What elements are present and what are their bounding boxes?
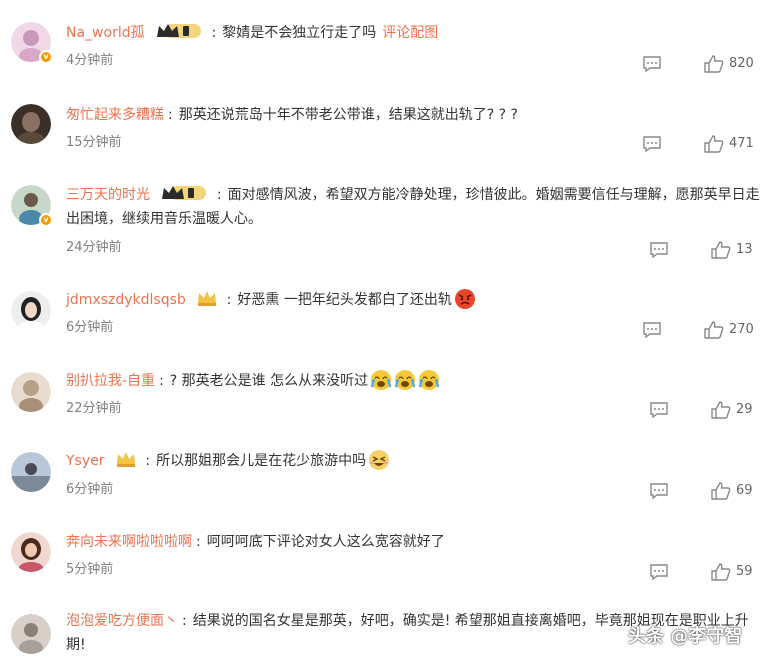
avatar[interactable]: v [11,22,53,64]
verified-icon: v [39,213,53,227]
username[interactable]: jdmxszdykdlsqsb [66,292,186,308]
timestamp: 6分钟前 [66,320,114,335]
comment-text: 呵呵呵底下评论对女人这么宽容就好了 [206,534,445,550]
verified-icon: v [39,50,53,64]
username[interactable]: Ysyer [66,453,105,469]
timestamp: 4分钟前 [66,53,114,68]
like-count: 59 [736,564,753,579]
username[interactable]: 泡泡爱吃方便面丶 [66,613,178,629]
comment-text: ? 那英老公是谁 怎么从来没听过 [169,373,369,389]
username[interactable]: 匆忙起来多糟糕 [66,107,164,123]
reply-icon[interactable] [642,55,662,73]
username[interactable]: Na_world孤 [66,25,145,41]
comment-text: 黎婧是不会独立行走了吗 [222,25,377,41]
watermark: 头条 @李守智 [628,626,743,647]
crown-small-badge-icon [198,291,217,306]
comment-text: 所以那姐那会儿是在花少旅游中吗 [156,453,367,469]
like-icon[interactable] [704,55,724,73]
reply-icon[interactable] [642,135,662,153]
avatar[interactable] [11,291,51,331]
like-count: 13 [736,242,753,257]
avatar[interactable] [11,104,51,144]
reply-icon[interactable] [649,241,669,259]
avatar[interactable] [11,614,51,654]
like-count: 69 [736,483,753,498]
angry-face-icon [454,289,475,309]
username[interactable]: 三万天的时光 [66,187,150,203]
avatar[interactable] [11,452,51,492]
squinting-laugh-icon [369,450,390,470]
avatar[interactable] [11,372,51,412]
like-count: 820 [729,56,754,71]
comment-image-link[interactable]: 评论配图 [382,25,438,41]
timestamp: 5分钟前 [66,562,114,577]
crying-face-icon [370,370,392,390]
like-icon[interactable] [711,563,731,581]
username[interactable]: 别扒拉我-自重 [66,373,155,389]
like-icon[interactable] [704,135,724,153]
comment-text: 那英还说荒岛十年不带老公带谁，结果这就出轨了? ? ? [178,107,518,123]
like-count: 29 [736,402,753,417]
like-icon[interactable] [711,241,731,259]
like-icon[interactable] [704,321,724,339]
like-icon[interactable] [711,401,731,419]
crying-face-icon [418,370,440,390]
crown-small-badge-icon [116,452,135,467]
timestamp: 22分钟前 [66,401,122,416]
reply-icon[interactable] [649,563,669,581]
crown-level-badge-icon [157,24,202,38]
like-count: 471 [729,136,754,151]
like-count: 270 [729,322,754,337]
reply-icon[interactable] [649,401,669,419]
avatar[interactable] [11,532,51,572]
timestamp: 15分钟前 [66,135,122,150]
crown-level-badge-icon [162,186,207,200]
username[interactable]: 奔向未来啊啦啦啦啊 [66,534,192,550]
comment-text: 好恶熏 一把年纪头发都白了还出轨 [237,292,452,308]
timestamp: 6分钟前 [66,482,114,497]
reply-icon[interactable] [649,482,669,500]
crying-face-icon [394,370,416,390]
avatar[interactable]: v [11,185,53,227]
like-icon[interactable] [711,482,731,500]
timestamp: 24分钟前 [66,240,122,255]
reply-icon[interactable] [642,321,662,339]
